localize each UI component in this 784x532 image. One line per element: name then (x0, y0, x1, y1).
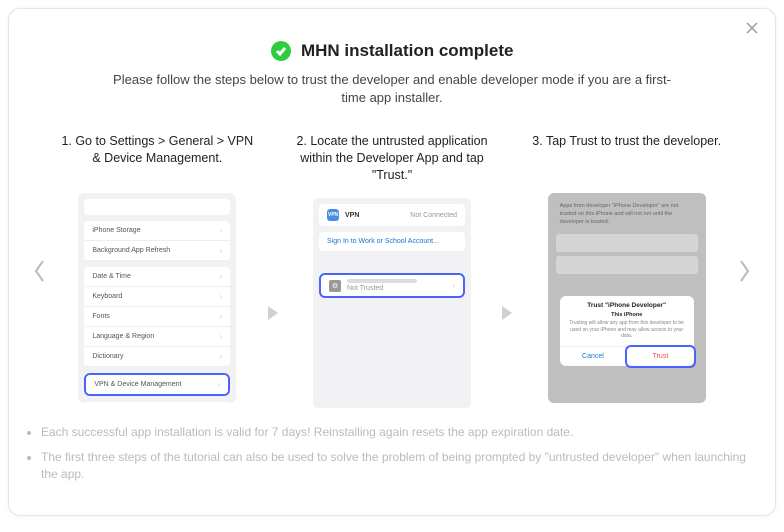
trust-description: Apps from developer "iPhone Developer" a… (548, 193, 706, 230)
check-icon (271, 41, 291, 61)
settings-row: Language & Region› (84, 327, 230, 347)
modal-title: MHN installation complete (301, 41, 514, 61)
settings-row: Background App Refresh› (84, 241, 230, 261)
vpn-row: VPN VPN Not Connected (319, 204, 465, 226)
settings-row: VPN & Device Management› (86, 375, 228, 394)
settings-row: Fonts› (84, 307, 230, 327)
prev-button[interactable] (27, 258, 53, 284)
developer-icon: ⚙ (329, 280, 341, 292)
settings-row: Keyboard› (84, 287, 230, 307)
trust-button-highlight: Trust (625, 345, 696, 368)
dialog-subtitle: This iPhone (566, 312, 688, 318)
next-button[interactable] (731, 258, 757, 284)
dialog-title: Trust "iPhone Developer" (566, 302, 688, 309)
vpn-device-mgmt-highlight: VPN & Device Management› (84, 373, 230, 396)
modal-header: MHN installation complete Please follow … (27, 41, 757, 107)
settings-row: iPhone Storage› (84, 221, 230, 241)
step-1: 1. Go to Settings > General > VPN & Devi… (57, 133, 258, 403)
step-title: 2. Locate the untrusted application with… (292, 133, 493, 184)
notes-list: Each successful app installation is vali… (27, 424, 757, 482)
step-3: 3. Tap Trust to trust the developer. App… (526, 133, 727, 403)
note-item: The first three steps of the tutorial ca… (41, 449, 757, 483)
install-complete-modal: MHN installation complete Please follow … (8, 8, 776, 516)
arrow-icon (498, 302, 520, 329)
close-icon[interactable] (743, 19, 761, 37)
dialog-body: Trusting will allow any app from this de… (566, 320, 688, 340)
settings-row: Legal & Regulatory› (84, 402, 230, 403)
developer-app-highlight: ⚙ Not Trusted › (319, 273, 465, 298)
steps-carousel: 1. Go to Settings > General > VPN & Devi… (27, 133, 757, 408)
arrow-icon (264, 302, 286, 329)
step-title: 3. Tap Trust to trust the developer. (526, 133, 727, 179)
vpn-icon: VPN (327, 209, 339, 221)
step-title: 1. Go to Settings > General > VPN & Devi… (57, 133, 258, 179)
settings-row: Date & Time› (84, 267, 230, 287)
trust-dialog: Trust "iPhone Developer" This iPhone Tru… (560, 296, 694, 366)
step-2: 2. Locate the untrusted application with… (292, 133, 493, 408)
phone-screenshot-3: Apps from developer "iPhone Developer" a… (548, 193, 706, 403)
note-item: Each successful app installation is vali… (41, 424, 757, 441)
phone-screenshot-2: VPN VPN Not Connected Sign In to Work or… (313, 198, 471, 408)
settings-row: Dictionary› (84, 347, 230, 367)
cancel-button: Cancel (560, 347, 628, 366)
modal-subtitle: Please follow the steps below to trust t… (102, 71, 682, 107)
signin-row: Sign In to Work or School Account... (319, 232, 465, 251)
phone-screenshot-1: iPhone Storage› Background App Refresh› … (78, 193, 236, 403)
